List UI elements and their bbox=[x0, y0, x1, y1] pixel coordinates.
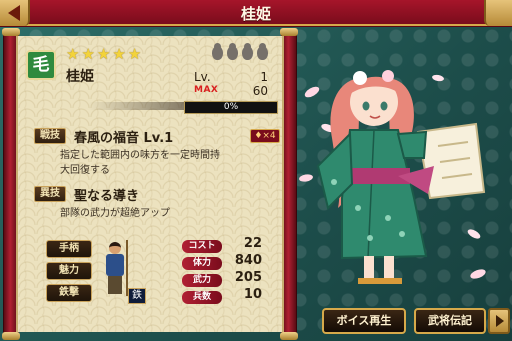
battle-skill-tag: 戦技 bbox=[34, 128, 66, 144]
level-value: 1 bbox=[260, 70, 268, 84]
character-portrait bbox=[298, 58, 488, 290]
character-name: 桂姫 bbox=[66, 69, 94, 85]
gourd-icon bbox=[242, 43, 253, 60]
info-scroll: 毛 ★ ★ ★ ★ ★ 桂姫 Lv. 1 MAX 60 0% 戦技 春風の福音 … bbox=[2, 28, 298, 340]
tegara-button[interactable]: 手柄 bbox=[46, 240, 92, 258]
gourd-slots bbox=[212, 43, 268, 60]
page-title: 桂姫 bbox=[240, 5, 271, 23]
max-level-value: 60 bbox=[252, 84, 268, 98]
miryoku-button[interactable]: 魅力 bbox=[46, 262, 92, 280]
forward-arrow-icon bbox=[496, 315, 504, 327]
stat-value-power: 205 bbox=[234, 270, 262, 285]
special-skill-desc: 部隊の武力が超絶アップ bbox=[60, 208, 170, 219]
skill-cost-value: ×4 bbox=[262, 131, 276, 141]
unit-soldier-icon bbox=[100, 240, 130, 300]
stat-label-power: 武力 bbox=[182, 274, 222, 287]
stat-label-cost: コスト bbox=[182, 240, 222, 253]
unit-type-badge: 鉄 bbox=[128, 288, 146, 304]
special-skill-name: 聖なる導き bbox=[74, 189, 140, 204]
star-icon: ★ bbox=[66, 45, 80, 63]
star-icon: ★ bbox=[81, 45, 95, 63]
brush-stroke bbox=[88, 102, 188, 110]
special-skill-tag: 異技 bbox=[34, 186, 66, 202]
title-bar: 桂姫 bbox=[0, 0, 512, 26]
gourd-icon bbox=[257, 43, 268, 60]
legend-button[interactable]: 武将伝記 bbox=[414, 308, 486, 334]
attribute-icon: 毛 bbox=[26, 50, 56, 80]
battle-skill-desc-line1: 指定した範囲内の味方を一定時間持 bbox=[60, 150, 220, 161]
stat-value-troops: 10 bbox=[243, 287, 262, 302]
star-icon: ★ bbox=[127, 45, 142, 63]
skill-cost-badge: ♦×4 bbox=[250, 129, 280, 143]
level-label: Lv. bbox=[194, 70, 211, 84]
voice-play-button[interactable]: ボイス再生 bbox=[322, 308, 406, 334]
gourd-icon bbox=[227, 43, 238, 60]
battle-skill-desc-line2: 大回復する bbox=[60, 165, 110, 176]
kyoka-button[interactable]: 鉄撃 bbox=[46, 284, 92, 302]
stat-value-hp: 840 bbox=[234, 253, 262, 268]
character-illustration bbox=[299, 70, 486, 284]
next-button[interactable] bbox=[488, 308, 510, 334]
star-icon: ★ bbox=[96, 45, 111, 63]
stat-label-hp: 体力 bbox=[182, 257, 222, 270]
stat-value-cost: 22 bbox=[243, 236, 262, 251]
stat-label-troops: 兵数 bbox=[182, 291, 222, 304]
max-badge: MAX bbox=[194, 85, 219, 95]
exp-percent: 0% bbox=[223, 102, 239, 112]
exp-bar: 0% bbox=[184, 101, 278, 114]
battle-skill-name: 春風の福音 Lv.1 bbox=[74, 131, 174, 146]
gourd-icon bbox=[212, 43, 223, 60]
scroll-rod-right bbox=[280, 28, 298, 340]
star-icon: ★ bbox=[112, 45, 126, 63]
menu-button[interactable] bbox=[484, 0, 512, 26]
rarity-stars: ★ ★ ★ ★ ★ bbox=[66, 46, 141, 62]
